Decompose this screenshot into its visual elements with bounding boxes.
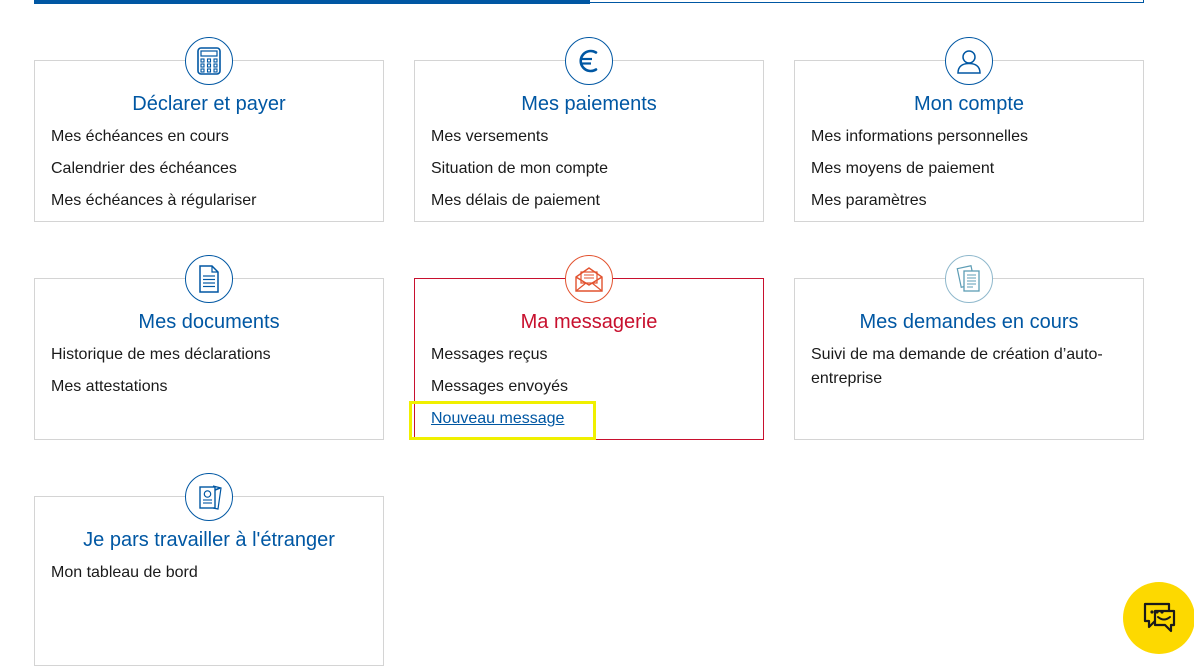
card-title[interactable]: Je pars travailler à l'étranger xyxy=(35,528,383,552)
link-parametres[interactable]: Mes paramètres xyxy=(811,189,1127,213)
papers-icon[interactable] xyxy=(945,255,993,303)
calculator-icon[interactable] xyxy=(185,37,233,85)
card-mes-documents: Mes documents Historique de mes déclarat… xyxy=(34,255,384,440)
envelope-icon[interactable] xyxy=(565,255,613,303)
document-icon[interactable] xyxy=(185,255,233,303)
link-echeances-regulariser[interactable]: Mes échéances à régulariser xyxy=(51,189,367,213)
link-messages-recus[interactable]: Messages reçus xyxy=(431,343,747,367)
link-moyens-paiement[interactable]: Mes moyens de paiement xyxy=(811,157,1127,181)
card-title[interactable]: Ma messagerie xyxy=(415,310,763,334)
card-title[interactable]: Mon compte xyxy=(795,92,1143,116)
link-messages-envoyes[interactable]: Messages envoyés xyxy=(431,375,747,399)
card-mon-compte: Mon compte Mes informations personnelles… xyxy=(794,37,1144,222)
tab-active-indicator[interactable] xyxy=(34,0,590,4)
euro-icon[interactable] xyxy=(565,37,613,85)
link-delais-paiement[interactable]: Mes délais de paiement xyxy=(431,189,747,213)
card-declarer-payer: Déclarer et payer Mes échéances en cours… xyxy=(34,37,384,222)
card-title[interactable]: Mes documents xyxy=(35,310,383,334)
user-icon[interactable] xyxy=(945,37,993,85)
link-calendrier-echeances[interactable]: Calendrier des échéances xyxy=(51,157,367,181)
card-mes-demandes: Mes demandes en cours Suivi de ma demand… xyxy=(794,255,1144,440)
tab-inactive-indicator[interactable] xyxy=(590,0,1144,3)
link-suivi-demande[interactable]: Suivi de ma demande de création d’auto-e… xyxy=(811,343,1127,391)
link-mes-attestations[interactable]: Mes attestations xyxy=(51,375,367,399)
link-situation-compte[interactable]: Situation de mon compte xyxy=(431,157,747,181)
link-mes-versements[interactable]: Mes versements xyxy=(431,125,747,149)
card-title[interactable]: Mes demandes en cours xyxy=(795,310,1143,334)
card-title[interactable]: Déclarer et payer xyxy=(35,92,383,116)
link-informations-personnelles[interactable]: Mes informations personnelles xyxy=(811,125,1127,149)
link-historique-declarations[interactable]: Historique de mes déclarations xyxy=(51,343,367,367)
card-travailler-etranger: Je pars travailler à l'étranger Mon tabl… xyxy=(34,473,384,666)
card-mes-paiements: Mes paiements Mes versements Situation d… xyxy=(414,37,764,222)
passport-icon[interactable] xyxy=(185,473,233,521)
link-echeances-en-cours[interactable]: Mes échéances en cours xyxy=(51,125,367,149)
chat-button[interactable] xyxy=(1123,582,1194,654)
tab-bar xyxy=(34,0,1144,4)
chat-icon xyxy=(1143,602,1176,633)
highlight-box xyxy=(409,401,596,440)
link-tableau-de-bord[interactable]: Mon tableau de bord xyxy=(51,561,367,585)
card-title[interactable]: Mes paiements xyxy=(415,92,763,116)
